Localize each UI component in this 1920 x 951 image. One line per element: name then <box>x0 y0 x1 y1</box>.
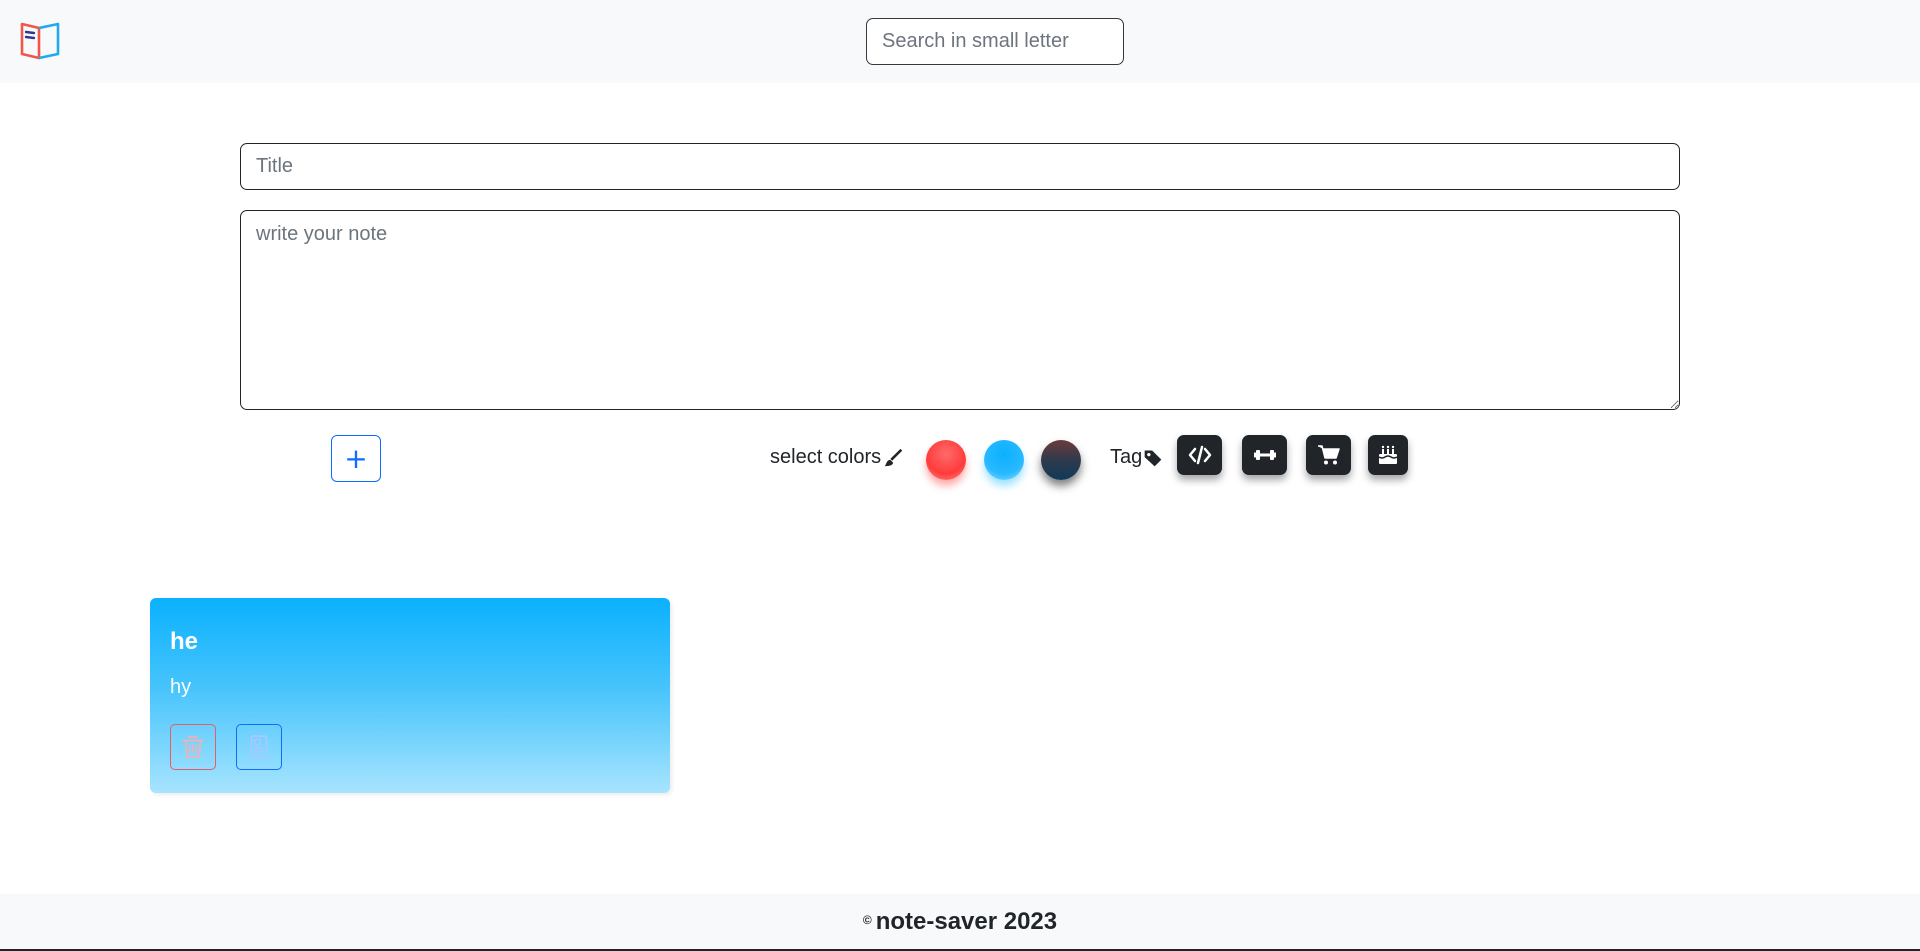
note-textarea[interactable] <box>240 210 1680 410</box>
cart-icon <box>1317 445 1340 465</box>
footer: © note-saver 2023 <box>0 894 1920 951</box>
tag-icon <box>1144 450 1162 466</box>
cake-icon <box>1378 445 1398 464</box>
open-book-icon[interactable] <box>19 20 61 60</box>
select-colors-label: select colors <box>770 446 905 469</box>
select-colors-text: select colors <box>770 446 882 468</box>
note-body: hy <box>170 676 192 698</box>
tag-text: Tag <box>1110 446 1143 468</box>
add-note-button[interactable]: + <box>331 435 381 482</box>
tag-code-button[interactable] <box>1177 435 1222 475</box>
tag-cart-button[interactable] <box>1306 435 1351 475</box>
color-blue-button[interactable] <box>984 440 1024 480</box>
tag-cake-button[interactable] <box>1368 435 1408 475</box>
search-input[interactable] <box>866 18 1124 65</box>
navbar <box>0 0 1920 83</box>
color-red-button[interactable] <box>926 440 966 480</box>
trash-icon <box>182 736 204 758</box>
code-icon <box>1188 445 1211 465</box>
tag-label: Tag <box>1110 446 1163 469</box>
document-icon <box>250 735 268 759</box>
dumbbell-icon <box>1253 450 1276 460</box>
delete-note-button[interactable] <box>170 724 216 770</box>
note-title: he <box>170 628 199 655</box>
note-card: he hy <box>150 598 670 793</box>
edit-note-button[interactable] <box>236 724 282 770</box>
footer-label: note-saver 2023 <box>875 907 1058 935</box>
paintbrush-icon <box>884 448 903 466</box>
footer-text: © note-saver 2023 <box>863 908 1057 936</box>
title-input[interactable] <box>240 143 1680 190</box>
tag-gym-button[interactable] <box>1242 435 1287 475</box>
copyright-symbol: © <box>862 912 872 927</box>
color-dark-button[interactable] <box>1041 440 1081 480</box>
